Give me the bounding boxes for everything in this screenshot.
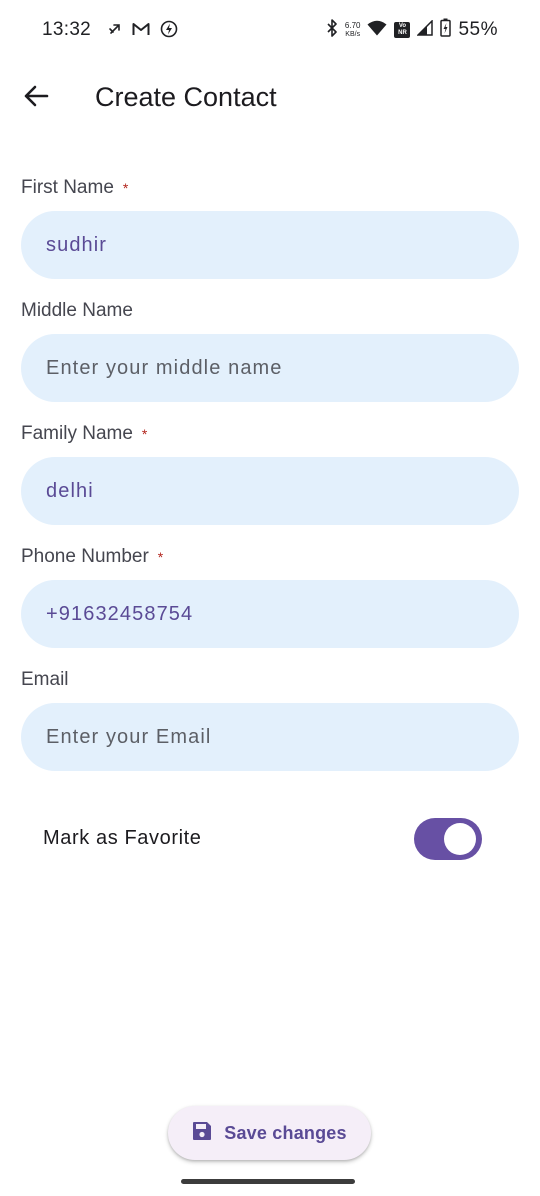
toggle-thumb: [444, 823, 476, 855]
middle-name-input[interactable]: [21, 334, 519, 402]
email-label: Email: [21, 666, 519, 694]
gmail-icon: [132, 22, 150, 41]
volte-top: Vo: [398, 23, 407, 29]
net-speed: 6.70 KB/s: [345, 21, 361, 39]
phone-number-label: Phone Number *: [21, 543, 519, 571]
email-field-group: Email: [21, 666, 519, 771]
net-speed-unit: KB/s: [345, 31, 361, 38]
app-bar: Create Contact: [0, 64, 540, 136]
first-name-label: First Name *: [21, 174, 519, 202]
status-time: 13:32: [42, 19, 92, 40]
volte-badge: Vo NR: [394, 22, 411, 38]
airplane-silent-icon: [108, 22, 122, 41]
back-button[interactable]: [14, 76, 58, 120]
middle-name-label: Middle Name: [21, 297, 519, 325]
favorite-row: Mark as Favorite: [21, 806, 519, 874]
phone-number-field-group: Phone Number *: [21, 543, 519, 648]
phone-number-label-text: Phone Number: [21, 546, 149, 567]
battery-charging-icon: [440, 18, 452, 42]
family-name-label: Family Name *: [21, 420, 519, 448]
bluetooth-icon: [326, 18, 338, 42]
data-saver-icon: [160, 20, 178, 43]
first-name-field-group: First Name *: [21, 174, 519, 279]
family-name-field-group: Family Name *: [21, 420, 519, 525]
volte-bottom: NR: [398, 30, 407, 36]
required-marker: *: [157, 549, 164, 565]
email-input[interactable]: [21, 703, 519, 771]
email-label-text: Email: [21, 669, 69, 690]
wifi-icon: [367, 20, 387, 41]
gesture-nav-bar: [181, 1179, 355, 1184]
signal-icon: [416, 18, 434, 41]
family-name-label-text: Family Name: [21, 423, 133, 444]
status-bar: 13:32 6.70 KB/s Vo NR 55%: [0, 0, 540, 64]
favorite-toggle[interactable]: [414, 818, 482, 860]
middle-name-label-text: Middle Name: [21, 300, 133, 321]
middle-name-field-group: Middle Name: [21, 297, 519, 402]
phone-number-input[interactable]: [21, 580, 519, 648]
required-marker: *: [141, 426, 148, 442]
arrow-back-icon: [23, 83, 49, 114]
save-icon: [192, 1121, 212, 1146]
family-name-input[interactable]: [21, 457, 519, 525]
battery-percent: 55%: [458, 19, 498, 40]
favorite-label: Mark as Favorite: [43, 827, 202, 849]
contact-form: First Name * Middle Name Family Name * P…: [21, 174, 519, 789]
save-changes-label: Save changes: [224, 1122, 347, 1143]
net-speed-value: 6.70: [344, 21, 361, 30]
status-left-icons: [108, 20, 178, 43]
status-right-icons: 6.70 KB/s Vo NR 55%: [326, 18, 498, 42]
first-name-input[interactable]: [21, 211, 519, 279]
first-name-label-text: First Name: [21, 177, 114, 198]
required-marker: *: [122, 180, 129, 196]
save-changes-button[interactable]: Save changes: [168, 1106, 371, 1160]
page-title: Create Contact: [95, 82, 277, 112]
